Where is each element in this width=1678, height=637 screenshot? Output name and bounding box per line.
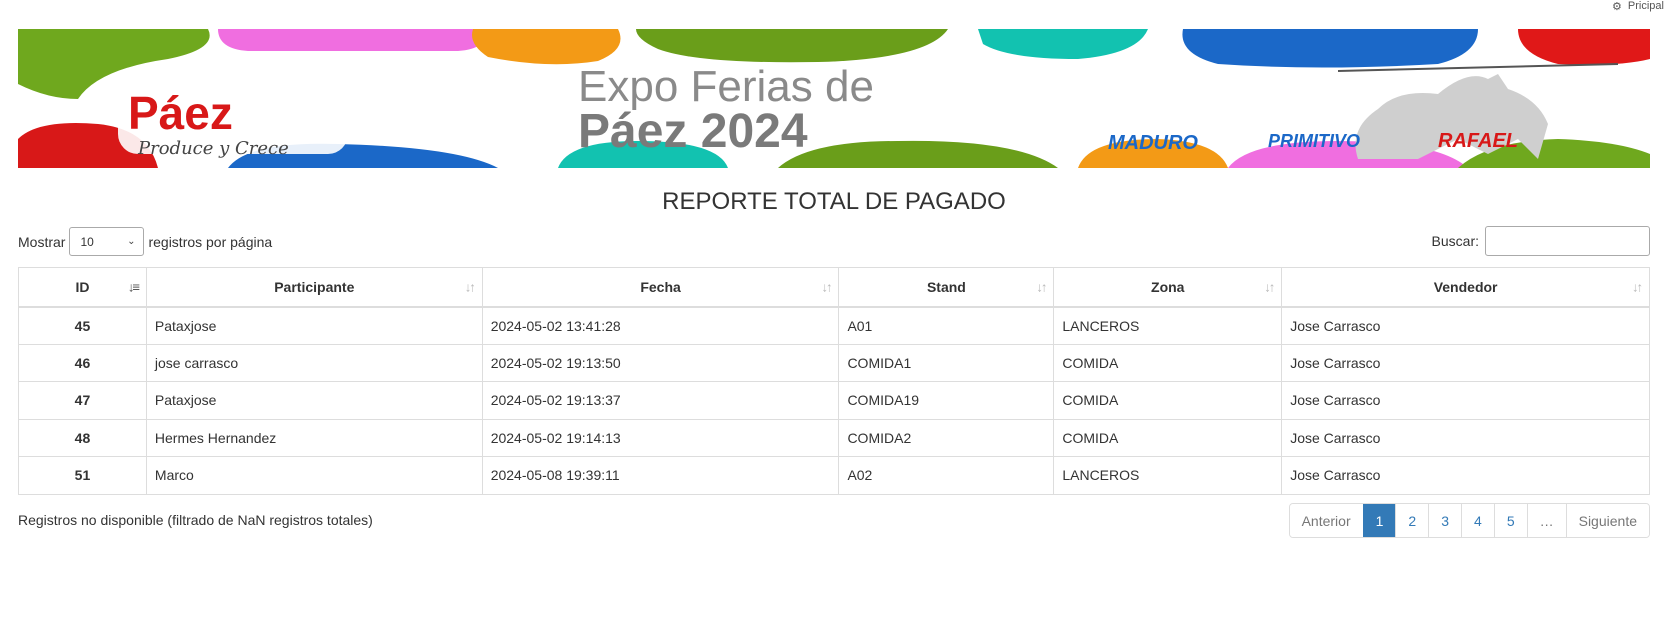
header-label: Stand	[926, 278, 966, 295]
topnav-principal-link[interactable]: ⚙ Pricipal	[1612, 0, 1664, 12]
cell-vendedor: Jose Carrasco	[1281, 343, 1650, 382]
length-prefix: Mostrar	[18, 233, 66, 250]
cell-id: 46	[18, 343, 147, 382]
cell-vendedor: Jose Carrasco	[1281, 418, 1650, 457]
table-row: 48 Hermes Hernandez 2024-05-02 19:14:13 …	[18, 418, 1650, 457]
length-suffix: registros por página	[148, 233, 273, 250]
cell-vendedor: Jose Carrasco	[1281, 456, 1650, 495]
cell-zona: COMIDA	[1053, 418, 1283, 457]
pagination-page-4[interactable]: 4	[1461, 504, 1494, 537]
pagination-page-1[interactable]: 1	[1362, 504, 1396, 537]
cell-participante: Pataxjose	[145, 306, 483, 345]
pagination-previous[interactable]: Anterior	[1289, 504, 1363, 537]
cell-participante: Marco	[145, 456, 483, 495]
logo-text: Páez	[128, 87, 233, 139]
cell-id: 51	[18, 456, 147, 495]
column-header-fecha[interactable]: Fecha ↓↑	[481, 267, 840, 308]
cell-stand: A02	[838, 456, 1055, 495]
cell-fecha: 2024-05-02 19:13:50	[481, 343, 840, 382]
cell-zona: COMIDA	[1053, 343, 1283, 382]
sort-icon: ↓↑	[1036, 279, 1047, 295]
banner-image: Páez Produce y Crece Expo Ferias de Páez…	[18, 29, 1650, 168]
svg-text:PRIMITIVO: PRIMITIVO	[1268, 131, 1360, 151]
sort-icon: ↓↑	[1632, 279, 1643, 295]
cell-stand: COMIDA1	[838, 343, 1055, 382]
header-label: Zona	[1151, 278, 1185, 295]
topnav-label: Pricipal	[1627, 0, 1664, 12]
page-length-value: 10	[80, 234, 94, 249]
header-label: ID	[75, 278, 90, 295]
chevron-down-icon: ⌄	[127, 236, 136, 247]
header-label: Fecha	[640, 278, 681, 295]
cell-id: 45	[18, 306, 147, 345]
table-row: 45 Pataxjose 2024-05-02 13:41:28 A01 LAN…	[18, 306, 1650, 345]
page-length-control: Mostrar 10 ⌄ registros por página	[18, 227, 272, 256]
table-row: 51 Marco 2024-05-08 19:39:11 A02 LANCERO…	[18, 456, 1650, 495]
column-header-participante[interactable]: Participante ↓↑	[145, 267, 483, 308]
cell-zona: LANCEROS	[1053, 306, 1283, 345]
pagination: Anterior 1 2 3 4 5 … Siguiente	[1288, 503, 1650, 538]
svg-text:RAFAEL: RAFAEL	[1438, 130, 1518, 152]
sort-icon: ↓↑	[821, 279, 832, 295]
pagination-page-2[interactable]: 2	[1395, 504, 1429, 537]
sort-icon: ↓↑	[464, 279, 476, 295]
report-table: ID ↓≡ Participante ↓↑ Fecha ↓↑ Stand ↓↑ Zona…	[18, 267, 1650, 495]
svg-text:Expo Ferias de: Expo Ferias de	[578, 62, 874, 111]
table-header-row: ID ↓≡ Participante ↓↑ Fecha ↓↑ Stand ↓↑ Zona…	[18, 267, 1650, 308]
cell-stand: COMIDA19	[838, 381, 1055, 420]
dashboard-icon: ⚙	[1612, 0, 1622, 13]
cell-fecha: 2024-05-02 19:14:13	[481, 418, 840, 457]
cell-fecha: 2024-05-08 19:39:11	[481, 456, 840, 495]
cell-stand: A01	[838, 306, 1055, 345]
pagination-page-5[interactable]: 5	[1493, 504, 1527, 537]
cell-zona: LANCEROS	[1053, 456, 1283, 495]
cell-participante: jose carrasco	[145, 343, 483, 382]
page-title: REPORTE TOTAL DE PAGADO	[662, 188, 1006, 215]
search-control: Buscar:	[1432, 226, 1650, 256]
cell-participante: Pataxjose	[145, 381, 483, 420]
header-label: Participante	[274, 278, 355, 295]
cell-participante: Hermes Hernandez	[145, 418, 483, 457]
cell-stand: COMIDA2	[838, 418, 1055, 457]
column-header-zona[interactable]: Zona ↓↑	[1053, 267, 1283, 308]
pagination-next[interactable]: Siguiente	[1565, 504, 1649, 537]
cell-vendedor: Jose Carrasco	[1281, 306, 1650, 345]
cell-fecha: 2024-05-02 19:13:37	[481, 381, 840, 420]
cell-vendedor: Jose Carrasco	[1281, 381, 1650, 420]
cell-fecha: 2024-05-02 13:41:28	[481, 306, 840, 345]
svg-text:Páez 2024: Páez 2024	[578, 105, 808, 158]
column-header-id[interactable]: ID ↓≡	[18, 267, 147, 308]
column-header-vendedor[interactable]: Vendedor ↓↑	[1281, 267, 1650, 308]
search-label: Buscar:	[1431, 233, 1479, 249]
pagination-ellipsis: …	[1526, 504, 1566, 537]
header-label: Vendedor	[1433, 278, 1498, 295]
column-header-stand[interactable]: Stand ↓↑	[838, 267, 1055, 308]
table-info: Registros no disponible (filtrado de NaN…	[18, 512, 373, 528]
table-row: 47 Pataxjose 2024-05-02 19:13:37 COMIDA1…	[18, 381, 1650, 420]
sort-asc-icon: ↓≡	[127, 279, 140, 295]
pagination-page-3[interactable]: 3	[1428, 504, 1462, 537]
page-length-select[interactable]: 10 ⌄	[69, 227, 145, 256]
cell-zona: COMIDA	[1053, 381, 1283, 420]
table-row: 46 jose carrasco 2024-05-02 19:13:50 COM…	[18, 343, 1650, 382]
cell-id: 47	[18, 381, 147, 420]
search-input[interactable]	[1485, 226, 1650, 256]
cell-id: 48	[18, 418, 147, 457]
svg-text:MADURO: MADURO	[1108, 132, 1198, 154]
svg-text:Produce y Crece: Produce y Crece	[137, 138, 289, 159]
sort-icon: ↓↑	[1264, 279, 1275, 295]
